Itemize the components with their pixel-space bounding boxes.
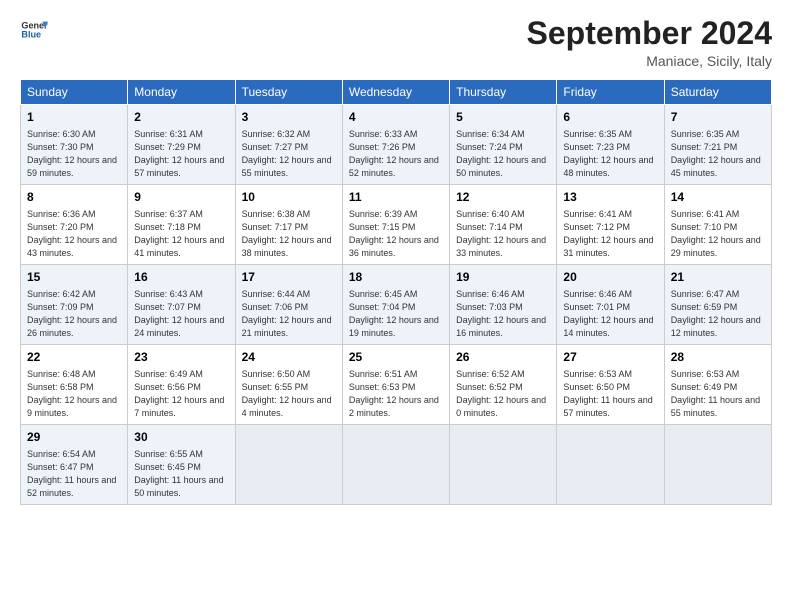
table-row: 14Sunrise: 6:41 AMSunset: 7:10 PMDayligh…: [664, 185, 771, 265]
table-row: 13Sunrise: 6:41 AMSunset: 7:12 PMDayligh…: [557, 185, 664, 265]
table-row: 28Sunrise: 6:53 AMSunset: 6:49 PMDayligh…: [664, 345, 771, 425]
table-row: 10Sunrise: 6:38 AMSunset: 7:17 PMDayligh…: [235, 185, 342, 265]
table-row: 26Sunrise: 6:52 AMSunset: 6:52 PMDayligh…: [450, 345, 557, 425]
table-row: [664, 425, 771, 505]
table-row: 23Sunrise: 6:49 AMSunset: 6:56 PMDayligh…: [128, 345, 235, 425]
table-row: 4Sunrise: 6:33 AMSunset: 7:26 PMDaylight…: [342, 105, 449, 185]
table-row: [235, 425, 342, 505]
svg-text:Blue: Blue: [21, 30, 41, 40]
table-row: 3Sunrise: 6:32 AMSunset: 7:27 PMDaylight…: [235, 105, 342, 185]
table-row: 29Sunrise: 6:54 AMSunset: 6:47 PMDayligh…: [21, 425, 128, 505]
logo: General Blue: [20, 16, 48, 44]
table-row: 19Sunrise: 6:46 AMSunset: 7:03 PMDayligh…: [450, 265, 557, 345]
calendar: Sunday Monday Tuesday Wednesday Thursday…: [20, 79, 772, 505]
table-row: 30Sunrise: 6:55 AMSunset: 6:45 PMDayligh…: [128, 425, 235, 505]
table-row: 21Sunrise: 6:47 AMSunset: 6:59 PMDayligh…: [664, 265, 771, 345]
table-row: 2Sunrise: 6:31 AMSunset: 7:29 PMDaylight…: [128, 105, 235, 185]
table-row: 24Sunrise: 6:50 AMSunset: 6:55 PMDayligh…: [235, 345, 342, 425]
table-row: [450, 425, 557, 505]
table-row: 27Sunrise: 6:53 AMSunset: 6:50 PMDayligh…: [557, 345, 664, 425]
table-row: 11Sunrise: 6:39 AMSunset: 7:15 PMDayligh…: [342, 185, 449, 265]
header: General Blue September 2024 Maniace, Sic…: [20, 16, 772, 69]
table-row: [342, 425, 449, 505]
table-row: 15Sunrise: 6:42 AMSunset: 7:09 PMDayligh…: [21, 265, 128, 345]
table-row: [557, 425, 664, 505]
col-wednesday: Wednesday: [342, 80, 449, 105]
title-block: September 2024 Maniace, Sicily, Italy: [527, 16, 772, 69]
table-row: 25Sunrise: 6:51 AMSunset: 6:53 PMDayligh…: [342, 345, 449, 425]
col-friday: Friday: [557, 80, 664, 105]
header-row: Sunday Monday Tuesday Wednesday Thursday…: [21, 80, 772, 105]
table-row: 1Sunrise: 6:30 AMSunset: 7:30 PMDaylight…: [21, 105, 128, 185]
logo-icon: General Blue: [20, 16, 48, 44]
table-row: 18Sunrise: 6:45 AMSunset: 7:04 PMDayligh…: [342, 265, 449, 345]
table-row: 12Sunrise: 6:40 AMSunset: 7:14 PMDayligh…: [450, 185, 557, 265]
calendar-row: 8Sunrise: 6:36 AMSunset: 7:20 PMDaylight…: [21, 185, 772, 265]
table-row: 9Sunrise: 6:37 AMSunset: 7:18 PMDaylight…: [128, 185, 235, 265]
col-monday: Monday: [128, 80, 235, 105]
table-row: 8Sunrise: 6:36 AMSunset: 7:20 PMDaylight…: [21, 185, 128, 265]
table-row: 20Sunrise: 6:46 AMSunset: 7:01 PMDayligh…: [557, 265, 664, 345]
table-row: 22Sunrise: 6:48 AMSunset: 6:58 PMDayligh…: [21, 345, 128, 425]
calendar-row: 29Sunrise: 6:54 AMSunset: 6:47 PMDayligh…: [21, 425, 772, 505]
col-thursday: Thursday: [450, 80, 557, 105]
location: Maniace, Sicily, Italy: [527, 53, 772, 69]
table-row: 6Sunrise: 6:35 AMSunset: 7:23 PMDaylight…: [557, 105, 664, 185]
month-title: September 2024: [527, 16, 772, 51]
col-sunday: Sunday: [21, 80, 128, 105]
table-row: 7Sunrise: 6:35 AMSunset: 7:21 PMDaylight…: [664, 105, 771, 185]
table-row: 17Sunrise: 6:44 AMSunset: 7:06 PMDayligh…: [235, 265, 342, 345]
page: General Blue September 2024 Maniace, Sic…: [0, 0, 792, 612]
calendar-row: 22Sunrise: 6:48 AMSunset: 6:58 PMDayligh…: [21, 345, 772, 425]
table-row: 5Sunrise: 6:34 AMSunset: 7:24 PMDaylight…: [450, 105, 557, 185]
col-tuesday: Tuesday: [235, 80, 342, 105]
calendar-row: 1Sunrise: 6:30 AMSunset: 7:30 PMDaylight…: [21, 105, 772, 185]
calendar-row: 15Sunrise: 6:42 AMSunset: 7:09 PMDayligh…: [21, 265, 772, 345]
col-saturday: Saturday: [664, 80, 771, 105]
table-row: 16Sunrise: 6:43 AMSunset: 7:07 PMDayligh…: [128, 265, 235, 345]
